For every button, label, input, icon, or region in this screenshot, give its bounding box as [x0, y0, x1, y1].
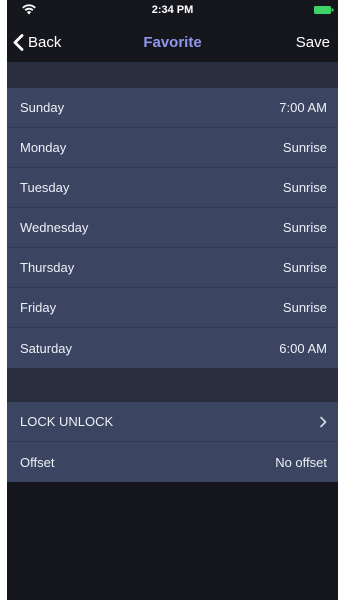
day-label: Tuesday: [20, 180, 70, 195]
lock-unlock-row[interactable]: LOCK UNLOCK: [7, 402, 338, 442]
offset-row[interactable]: Offset No offset: [7, 442, 338, 482]
back-label: Back: [28, 33, 62, 51]
day-label: Wednesday: [20, 220, 89, 235]
status-time: 2:34 PM: [151, 4, 194, 16]
time-value: 6:00 AM: [279, 340, 327, 356]
time-value: 7:00 AM: [279, 100, 327, 115]
time-value: Sunrise: [282, 300, 327, 315]
schedule-row-friday[interactable]: Friday Sunrise: [7, 288, 338, 328]
offset-value: No offset: [275, 454, 327, 470]
day-label: Sunday: [20, 100, 65, 115]
schedule-row-monday[interactable]: Monday Sunrise: [7, 128, 338, 168]
schedule-row-thursday[interactable]: Thursday Sunrise: [7, 248, 338, 288]
battery-icon: [314, 6, 334, 14]
schedule-row-saturday[interactable]: Saturday 6:00 AM: [7, 328, 338, 368]
offset-label: Offset: [20, 454, 55, 470]
lock-unlock-label: LOCK UNLOCK: [20, 414, 114, 429]
chevron-right-icon: [320, 416, 327, 427]
schedule-list: Sunday 7:00 AM Monday Sunrise Tuesday Su…: [7, 88, 338, 368]
back-button[interactable]: Back: [13, 31, 61, 53]
time-value: Sunrise: [282, 220, 327, 235]
schedule-row-tuesday[interactable]: Tuesday Sunrise: [7, 168, 338, 208]
section-spacer-middle: [7, 368, 338, 402]
status-bar: 2:34 PM: [7, 0, 338, 20]
day-label: Monday: [20, 140, 67, 155]
phone-screen: 2:34 PM Back Favorite Save Sunday 7:00 A…: [7, 0, 338, 600]
settings-list: LOCK UNLOCK Offset No offset: [7, 402, 338, 482]
navigation-bar: Back Favorite Save: [7, 20, 338, 62]
save-button[interactable]: Save: [296, 34, 330, 51]
time-value: Sunrise: [282, 180, 327, 195]
time-value: Sunrise: [282, 260, 327, 275]
schedule-row-sunday[interactable]: Sunday 7:00 AM: [7, 88, 338, 128]
day-label: Thursday: [20, 260, 75, 275]
schedule-row-wednesday[interactable]: Wednesday Sunrise: [7, 208, 338, 248]
chevron-left-icon: [13, 33, 24, 51]
time-value: Sunrise: [282, 140, 327, 155]
day-label: Friday: [20, 300, 57, 315]
section-spacer-top: [7, 62, 338, 88]
day-label: Saturday: [20, 340, 73, 356]
